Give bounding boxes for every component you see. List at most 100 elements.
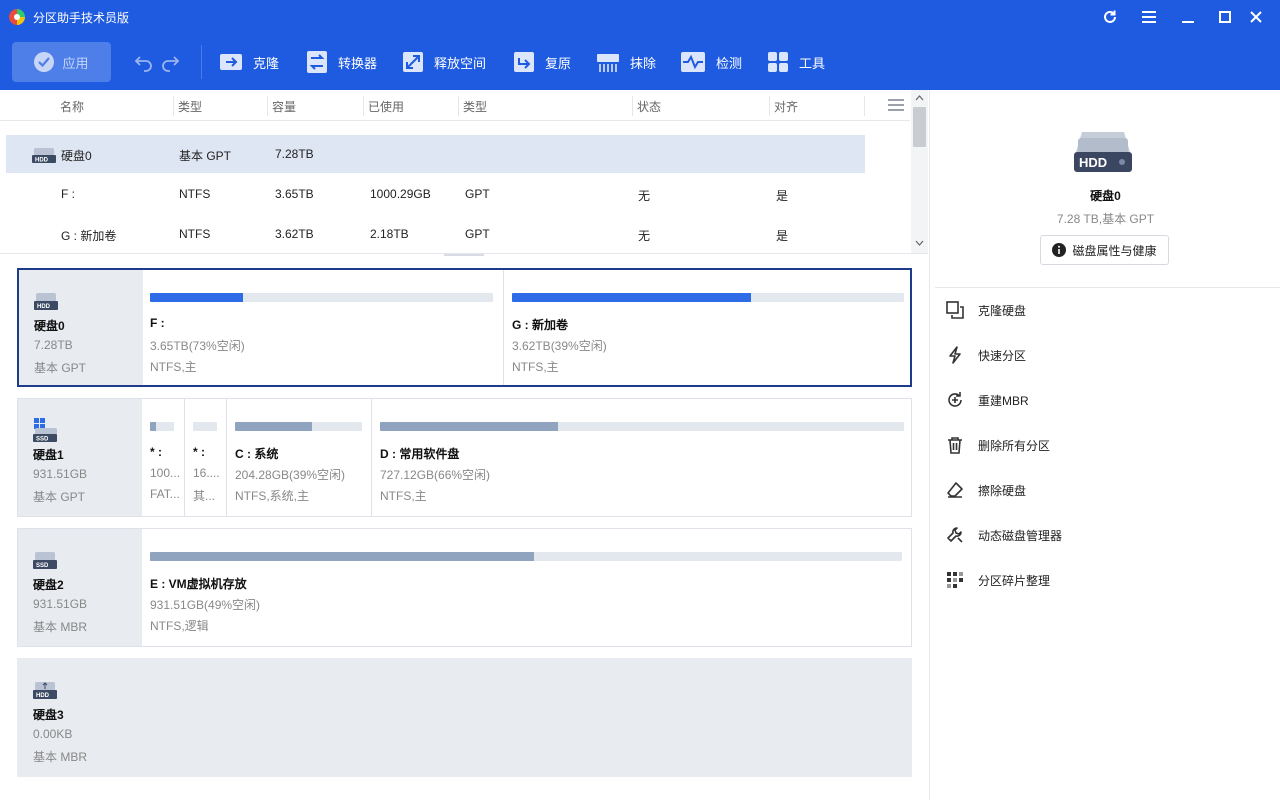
row-used: 1000.29GB (370, 187, 431, 201)
toolbar: 应用 克隆 转换器 释放空间 复原 抹除 检测 工具 (0, 34, 1280, 90)
row-capacity: 3.62TB (275, 227, 314, 241)
undo-icon[interactable] (134, 52, 154, 72)
partition-block[interactable]: F : 3.65TB(73%空闲) NTFS,主 (143, 270, 503, 385)
col-status[interactable]: 状态 (637, 98, 661, 115)
column-settings-icon[interactable] (888, 99, 904, 111)
converter-label: 转换器 (338, 55, 378, 71)
partition-name: G : 新加卷 (512, 318, 568, 332)
table-row[interactable]: G : 新加卷 NTFS 3.62TB 2.18TB GPT 无 是 (6, 215, 865, 253)
wipe-disk-action[interactable]: 擦除硬盘 (946, 475, 1266, 505)
dynamic-disk-manager-action[interactable]: 动态磁盘管理器 (946, 520, 1266, 550)
partition-block[interactable]: G : 新加卷 3.62TB(39%空闲) NTFS,主 (503, 270, 912, 385)
info-icon (1052, 243, 1067, 257)
quick-partition-action[interactable]: 快速分区 (946, 340, 1266, 370)
rebuild-mbr-icon (948, 392, 962, 407)
table-row[interactable]: F : NTFS 3.65TB 1000.29GB GPT 无 是 (6, 175, 865, 213)
col-used[interactable]: 已使用 (368, 98, 404, 115)
col-name[interactable]: 名称 (60, 98, 84, 115)
partition-fs: 其... (193, 489, 216, 503)
menu-button[interactable] (1136, 5, 1162, 29)
tools-button[interactable]: 工具 (767, 45, 825, 79)
partition-block[interactable]: * : 100... FAT... (142, 399, 184, 516)
minimize-icon (1182, 21, 1194, 23)
disk-type: 基本 GPT (34, 361, 87, 375)
disk-name: 硬盘3 (33, 708, 64, 722)
usage-bar (150, 552, 902, 561)
row-fstype: GPT (465, 227, 490, 241)
delete-all-partitions-action[interactable]: 删除所有分区 (946, 430, 1266, 460)
row-align: 是 (776, 229, 789, 243)
usage-bar (380, 422, 904, 431)
clone-disk-label: 克隆硬盘 (978, 303, 1027, 318)
disk-map: HDD 硬盘0 7.28TB 基本 GPT F : 3.65TB(73%空闲) … (0, 256, 928, 800)
maximize-icon (1219, 11, 1231, 23)
disk-card[interactable]: SSD 硬盘2 931.51GB 基本 MBR E : VM虚拟机存放 931.… (17, 528, 912, 647)
defrag-icon (947, 572, 963, 588)
close-icon (1250, 11, 1262, 23)
partition-fs: FAT... (150, 487, 180, 501)
row-fstype: GPT (465, 187, 490, 201)
wipe-label: 抹除 (630, 55, 657, 71)
refresh-icon (1104, 10, 1116, 23)
disk-card[interactable]: HDD 硬盘3 0.00KB 基本 MBR (17, 658, 912, 777)
scroll-up-icon[interactable] (915, 95, 924, 101)
disk-info: SSD 硬盘1 931.51GB 基本 GPT (18, 399, 142, 516)
partition-block[interactable]: C : 系统 204.28GB(39%空闲) NTFS,系统,主 (226, 399, 371, 516)
scroll-down-icon[interactable] (915, 240, 924, 246)
restore-label: 复原 (545, 55, 572, 71)
scrollbar-thumb[interactable] (913, 107, 926, 147)
clone-button[interactable]: 克隆 (219, 45, 279, 79)
disk-properties-label: 磁盘属性与健康 (1072, 243, 1157, 258)
row-capacity: 7.28TB (275, 147, 314, 161)
partition-fs: NTFS,逻辑 (150, 619, 209, 633)
quick-partition-label: 快速分区 (978, 348, 1027, 363)
disk-properties-button[interactable]: 磁盘属性与健康 (1040, 235, 1169, 265)
svg-text:SSD: SSD (36, 437, 49, 443)
clone-disk-action[interactable]: 克隆硬盘 (946, 295, 1266, 325)
partition-block[interactable]: D : 常用软件盘 727.12GB(66%空闲) NTFS,主 (371, 399, 911, 516)
check-button[interactable]: 检测 (680, 45, 742, 79)
svg-text:HDD: HDD (37, 304, 51, 310)
partition-block[interactable]: * : 16.... 其... (184, 399, 226, 516)
disk-info: SSD 硬盘2 931.51GB 基本 MBR (18, 529, 142, 646)
rebuild-mbr-action[interactable]: 重建MBR (946, 385, 1266, 415)
close-button[interactable] (1243, 5, 1269, 29)
row-name: F : (61, 187, 75, 201)
partition-fs: NTFS,主 (380, 489, 427, 503)
trash-icon (948, 437, 962, 454)
svg-text:SSD: SSD (36, 563, 49, 569)
col-type[interactable]: 类型 (178, 98, 202, 115)
window-title: 分区助手技术员版 (33, 11, 130, 25)
row-name: 硬盘0 (61, 149, 92, 163)
maximize-button[interactable] (1212, 5, 1238, 29)
clone-icon (220, 54, 242, 70)
disk-card[interactable]: SSD 硬盘1 931.51GB 基本 GPT * : 100... FAT..… (17, 398, 912, 517)
col-fstype[interactable]: 类型 (463, 98, 487, 115)
partition-fs: NTFS,主 (150, 360, 197, 374)
disk-size: 931.51GB (33, 597, 88, 611)
redo-icon[interactable] (160, 52, 180, 72)
disk-card[interactable]: HDD 硬盘0 7.28TB 基本 GPT F : 3.65TB(73%空闲) … (17, 268, 912, 387)
tools-label: 工具 (799, 55, 826, 71)
apply-button[interactable]: 应用 (12, 42, 111, 82)
ssd-icon: SSD (33, 552, 57, 569)
restore-button[interactable]: 复原 (513, 45, 571, 79)
row-type: NTFS (179, 187, 211, 201)
usage-bar (512, 293, 904, 302)
usage-bar (150, 293, 493, 302)
free-space-label: 释放空间 (434, 55, 487, 71)
refresh-button[interactable] (1097, 5, 1123, 29)
row-name: G : 新加卷 (61, 229, 117, 243)
wipe-button[interactable]: 抹除 (596, 45, 656, 79)
col-align[interactable]: 对齐 (774, 98, 798, 115)
minimize-button[interactable] (1175, 5, 1201, 29)
converter-button[interactable]: 转换器 (306, 45, 377, 79)
row-capacity: 3.65TB (275, 187, 314, 201)
selected-disk-info: 7.28 TB,基本 GPT (1056, 212, 1155, 226)
table-row[interactable]: HDD 硬盘0 基本 GPT 7.28TB (6, 135, 865, 173)
wipe-icon (597, 54, 619, 72)
free-space-button[interactable]: 释放空间 (402, 45, 486, 79)
col-capacity[interactable]: 容量 (272, 98, 296, 115)
partition-block[interactable]: E : VM虚拟机存放 931.51GB(49%空闲) NTFS,逻辑 (142, 529, 911, 646)
defrag-action[interactable]: 分区碎片整理 (946, 565, 1266, 595)
